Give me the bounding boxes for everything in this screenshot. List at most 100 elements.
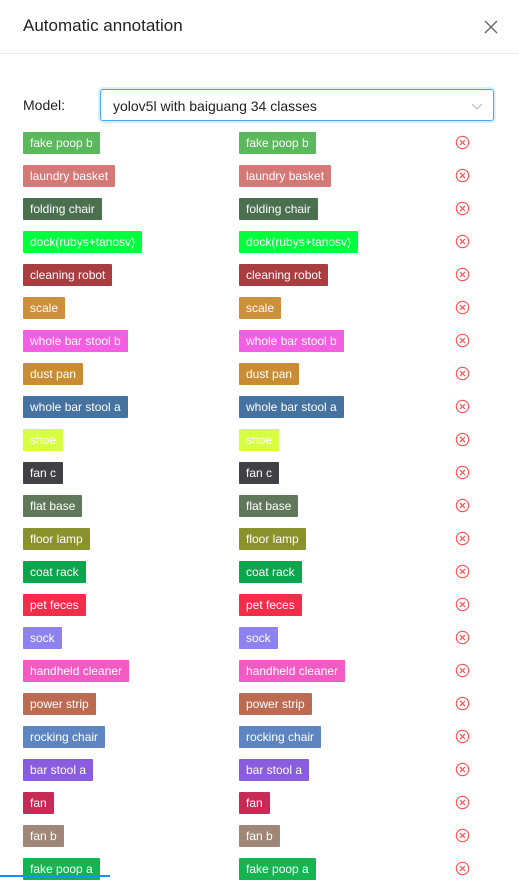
close-icon xyxy=(484,20,498,34)
target-label-tag[interactable]: coat rack xyxy=(239,561,302,583)
target-label-tag[interactable]: floor lamp xyxy=(239,528,306,550)
remove-mapping-icon[interactable] xyxy=(455,531,470,546)
target-label-tag[interactable]: power strip xyxy=(239,693,312,715)
model-select-value: yolov5l with baiguang 34 classes xyxy=(113,98,317,114)
target-label-tag[interactable]: dock(rubys+tanosv) xyxy=(239,231,359,253)
mapping-row: floor lamp floor lamp xyxy=(0,522,519,555)
source-label-tag: whole bar stool a xyxy=(23,396,128,418)
remove-mapping-icon[interactable] xyxy=(455,234,470,249)
mapping-row: scale scale xyxy=(0,291,519,324)
mapping-row: sock sock xyxy=(0,621,519,654)
source-label-tag: fan b xyxy=(23,825,64,847)
label-mapping-list: fake poop b fake poop b laundry basket laun… xyxy=(0,126,519,885)
remove-mapping-icon[interactable] xyxy=(455,729,470,744)
dialog-header: Automatic annotation xyxy=(0,0,519,54)
mapping-row: handheld cleaner handheld cleaner xyxy=(0,654,519,687)
target-label-tag[interactable]: bar stool a xyxy=(239,759,310,781)
remove-mapping-icon[interactable] xyxy=(455,630,470,645)
mapping-row: rocking chair rocking chair xyxy=(0,720,519,753)
target-label-tag[interactable]: fan b xyxy=(239,825,280,847)
target-label-tag[interactable]: whole bar stool a xyxy=(239,396,344,418)
mapping-row: fan fan xyxy=(0,786,519,819)
model-label: Model: xyxy=(23,97,66,113)
target-label-tag[interactable]: folding chair xyxy=(239,198,318,220)
source-label-tag: fan xyxy=(23,792,54,814)
mapping-row: shoe shoe xyxy=(0,423,519,456)
mapping-row: fan c fan c xyxy=(0,456,519,489)
mapping-row: fake poop b fake poop b xyxy=(0,126,519,159)
target-label-tag[interactable]: laundry basket xyxy=(239,165,332,187)
source-label-tag: cleaning robot xyxy=(23,264,113,286)
remove-mapping-icon[interactable] xyxy=(455,168,470,183)
mapping-row: fake poop a fake poop a xyxy=(0,852,519,885)
target-label-tag[interactable]: cleaning robot xyxy=(239,264,329,286)
remove-mapping-icon[interactable] xyxy=(455,201,470,216)
source-label-tag: shoe xyxy=(23,429,64,451)
mapping-row: dust pan dust pan xyxy=(0,357,519,390)
source-label-tag: fan c xyxy=(23,462,64,484)
remove-mapping-icon[interactable] xyxy=(455,135,470,150)
remove-mapping-icon[interactable] xyxy=(455,861,470,876)
target-label-tag[interactable]: pet feces xyxy=(239,594,302,616)
source-label-tag: fake poop b xyxy=(23,132,100,154)
remove-mapping-icon[interactable] xyxy=(455,795,470,810)
mapping-row: fan b fan b xyxy=(0,819,519,852)
chevron-down-icon xyxy=(471,103,483,110)
source-label-tag: scale xyxy=(23,297,66,319)
source-label-tag: laundry basket xyxy=(23,165,116,187)
dialog-title: Automatic annotation xyxy=(23,16,183,35)
mapping-row: bar stool a bar stool a xyxy=(0,753,519,786)
source-label-tag: pet feces xyxy=(23,594,86,616)
target-label-tag[interactable]: whole bar stool b xyxy=(239,330,344,352)
remove-mapping-icon[interactable] xyxy=(455,564,470,579)
mapping-row: whole bar stool a whole bar stool a xyxy=(0,390,519,423)
target-label-tag[interactable]: handheld cleaner xyxy=(239,660,346,682)
model-select[interactable]: yolov5l with baiguang 34 classes xyxy=(100,89,494,121)
mapping-row: whole bar stool b whole bar stool b xyxy=(0,324,519,357)
remove-mapping-icon[interactable] xyxy=(455,300,470,315)
remove-mapping-icon[interactable] xyxy=(455,432,470,447)
source-label-tag: bar stool a xyxy=(23,759,94,781)
target-label-tag[interactable]: sock xyxy=(239,627,278,649)
remove-mapping-icon[interactable] xyxy=(455,498,470,513)
mapping-row: flat base flat base xyxy=(0,489,519,522)
source-label-tag: folding chair xyxy=(23,198,102,220)
mapping-row: folding chair folding chair xyxy=(0,192,519,225)
remove-mapping-icon[interactable] xyxy=(455,663,470,678)
mapping-row: dock(rubys+tanosv) dock(rubys+tanosv) xyxy=(0,225,519,258)
remove-mapping-icon[interactable] xyxy=(455,333,470,348)
source-label-tag: rocking chair xyxy=(23,726,106,748)
target-label-tag[interactable]: rocking chair xyxy=(239,726,322,748)
model-row: Model: yolov5l with baiguang 34 classes xyxy=(23,89,495,121)
source-label-tag: coat rack xyxy=(23,561,86,583)
mapping-row: cleaning robot cleaning robot xyxy=(0,258,519,291)
target-label-tag[interactable]: fan xyxy=(239,792,270,814)
remove-mapping-icon[interactable] xyxy=(455,597,470,612)
target-label-tag[interactable]: dust pan xyxy=(239,363,300,385)
remove-mapping-icon[interactable] xyxy=(455,828,470,843)
source-label-tag: handheld cleaner xyxy=(23,660,130,682)
mapping-row: coat rack coat rack xyxy=(0,555,519,588)
target-label-tag[interactable]: fan c xyxy=(239,462,280,484)
remove-mapping-icon[interactable] xyxy=(455,267,470,282)
mapping-row: power strip power strip xyxy=(0,687,519,720)
target-label-tag[interactable]: fake poop b xyxy=(239,132,316,154)
target-label-tag[interactable]: flat base xyxy=(239,495,299,517)
target-label-tag[interactable]: shoe xyxy=(239,429,280,451)
remove-mapping-icon[interactable] xyxy=(455,465,470,480)
source-label-tag: dock(rubys+tanosv) xyxy=(23,231,143,253)
close-button[interactable] xyxy=(480,16,502,38)
remove-mapping-icon[interactable] xyxy=(455,399,470,414)
source-label-tag: power strip xyxy=(23,693,96,715)
source-label-tag: dust pan xyxy=(23,363,84,385)
source-label-tag: floor lamp xyxy=(23,528,90,550)
remove-mapping-icon[interactable] xyxy=(455,762,470,777)
mapping-row: pet feces pet feces xyxy=(0,588,519,621)
target-label-tag[interactable]: scale xyxy=(239,297,282,319)
source-label-tag: whole bar stool b xyxy=(23,330,128,352)
remove-mapping-icon[interactable] xyxy=(455,696,470,711)
source-label-tag: sock xyxy=(23,627,62,649)
remove-mapping-icon[interactable] xyxy=(455,366,470,381)
source-label-tag: flat base xyxy=(23,495,83,517)
mapping-row: laundry basket laundry basket xyxy=(0,159,519,192)
